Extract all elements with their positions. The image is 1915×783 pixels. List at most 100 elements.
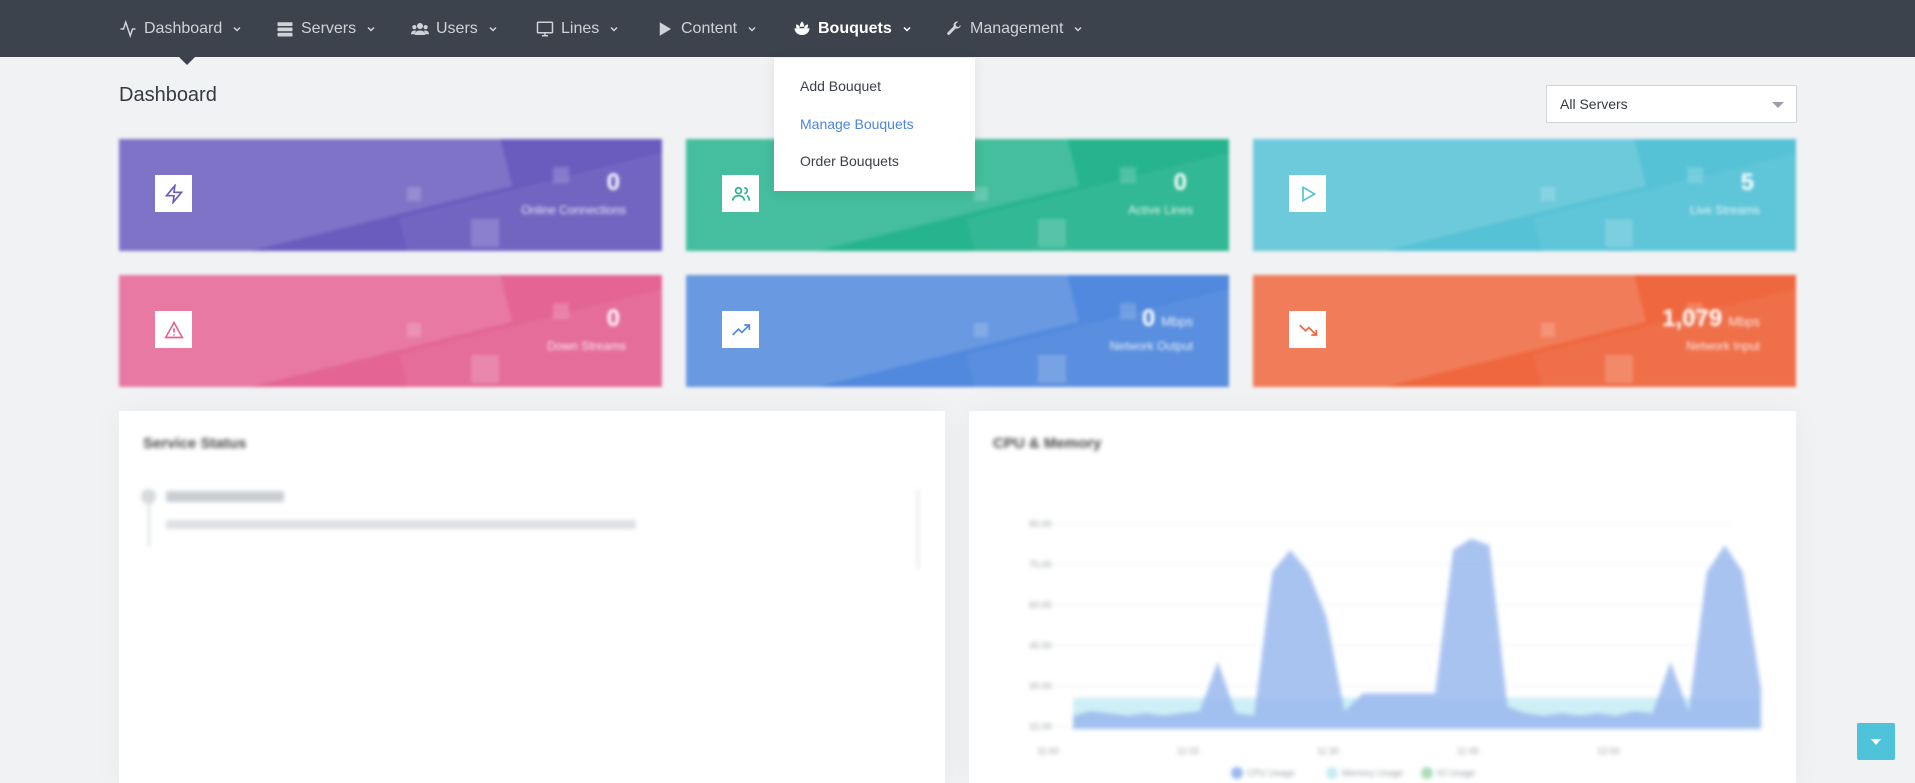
widget-decor [471,355,499,383]
widget-decor [553,303,569,319]
server-icon [277,21,293,36]
nav-bouquets[interactable]: Bouquets [793,0,912,57]
chevron-down-icon [233,26,241,32]
widget-value: 0 [1173,169,1187,196]
legend-label: IO Usage [1437,768,1475,778]
widget-label: Network Input [1685,339,1760,353]
widget-decor [974,187,988,201]
y-tick-label: 90.00 [1029,519,1052,529]
stat-widget: 0 Down Streams [119,275,662,387]
widget-decor [1120,167,1136,183]
nav-management[interactable]: Management [945,0,1083,57]
cpu-memory-chart: 90.00 75.00 60.00 45.00 30.00 15.00 11:00 11:15… [1029,519,1761,779]
status-dot [141,489,156,504]
nav-lines-label: Lines [561,19,600,37]
users-icon [722,175,759,212]
menu-add-bouquet[interactable]: Add Bouquet [800,78,881,94]
y-tick-label: 60.00 [1029,600,1052,610]
x-tick-label: 11:45 [1457,746,1479,756]
play-icon [659,21,671,36]
widget-decor [1038,355,1066,383]
legend-label: Memory Usage [1342,768,1403,778]
widget-decor [553,167,569,183]
users-icon [411,22,429,35]
status-row-title [166,491,284,502]
trending-up-icon [722,311,759,348]
server-select[interactable]: All Servers [1546,85,1797,123]
cpu-memory-panel: CPU & Memory 90.00 75.00 60.00 45.00 30.00 15… [969,411,1796,783]
top-navbar: Dashboard Servers Users Lines Content Bo… [0,0,1915,57]
lightning-icon [155,175,192,212]
caret-down-icon [1871,738,1881,745]
bouquet-icon [794,21,810,35]
legend-swatch [1421,767,1433,779]
widget-label: Network Output [1109,339,1193,353]
widget-decor [974,323,988,337]
x-tick-label: 12:00 [1597,746,1620,756]
y-tick-label: 45.00 [1029,641,1052,651]
legend-swatch [1231,767,1243,779]
widget-value: 5 [1740,169,1754,196]
widget-value: 1,079 Mbps [1662,305,1760,332]
menu-order-bouquets[interactable]: Order Bouquets [800,153,899,169]
nav-content[interactable]: Content [656,0,757,57]
stat-widget: 0 Mbps Network Output [686,275,1229,387]
chevron-down-icon [489,26,497,32]
widget-label: Live Streams [1689,203,1760,217]
chevron-down-icon [610,26,618,32]
widget-label: Online Connections [521,203,626,217]
x-tick-label: 11:15 [1177,746,1199,756]
nav-lines[interactable]: Lines [536,0,619,57]
widget-value: 0 [606,305,620,332]
legend-swatch [1326,767,1338,779]
widget-label: Active Lines [1128,203,1193,217]
widget-decor [1541,323,1555,337]
nav-dashboard[interactable]: Dashboard [119,0,242,57]
widget-decor [1687,167,1703,183]
nav-dashboard-label: Dashboard [144,19,223,37]
widget-value: 0 [606,169,620,196]
widget-value: 0 Mbps [1141,305,1193,332]
widget-label: Down Streams [547,339,626,353]
nav-users[interactable]: Users [411,0,498,57]
monitor-icon [536,21,554,36]
nav-users-label: Users [436,19,478,37]
status-row-detail [166,520,636,529]
nav-servers[interactable]: Servers [276,0,376,57]
panel-scrollbar[interactable] [917,489,919,569]
server-select-value: All Servers [1560,96,1628,112]
x-tick-label: 11:30 [1317,746,1339,756]
chevron-down-icon [1074,26,1082,32]
stat-widget: 5 Live Streams [1253,139,1796,251]
widget-decor [407,323,421,337]
active-nav-caret [178,56,196,65]
y-tick-label: 30.00 [1029,681,1052,691]
service-status-panel: Service Status [119,411,945,783]
select-arrow-icon [1772,102,1784,108]
service-status-title: Service Status [143,435,247,452]
bouquets-dropdown: Add Bouquet Manage Bouquets Order Bouque… [774,58,975,191]
widget-decor [1541,187,1555,201]
play-icon [1289,175,1326,212]
scroll-down-button[interactable] [1857,723,1895,760]
widget-decor [1038,219,1066,247]
activity-icon [120,19,136,38]
nav-content-label: Content [681,19,738,37]
nav-bouquets-label: Bouquets [818,19,892,37]
widget-decor [1605,219,1633,247]
x-tick-label: 11:00 [1037,746,1059,756]
warning-icon [155,311,192,348]
nav-servers-label: Servers [301,19,357,37]
widget-decor [407,187,421,201]
menu-manage-bouquets[interactable]: Manage Bouquets [800,116,914,132]
stat-widget: 1,079 Mbps Network Input [1253,275,1796,387]
legend-label: CPU Usage [1247,768,1295,778]
widget-decor [471,219,499,247]
wrench-icon [947,20,961,35]
stat-widget: 0 Online Connections [119,139,662,251]
status-timeline [148,504,150,546]
widget-decor [1120,303,1136,319]
y-tick-label: 75.00 [1029,560,1052,570]
chevron-down-icon [903,26,911,32]
chevron-down-icon [367,26,375,32]
